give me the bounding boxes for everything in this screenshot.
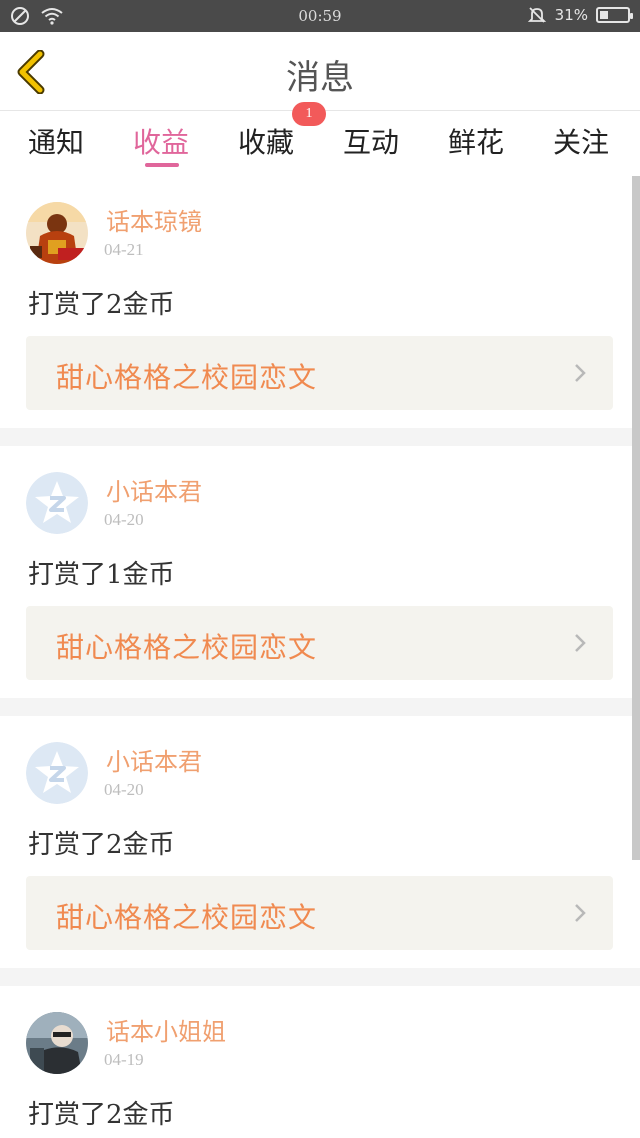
message-date: 04-21 — [104, 240, 144, 259]
tab-notifications[interactable]: 通知 — [28, 121, 84, 161]
message-date: 04-20 — [104, 510, 144, 529]
scrollbar[interactable] — [632, 176, 640, 860]
list-item: 话本小姐姐 04-19 打赏了2金币 — [0, 986, 640, 1138]
tab-flowers[interactable]: 鲜花 — [448, 121, 504, 161]
status-bar: 00:59 31% — [0, 0, 640, 32]
chevron-right-icon — [575, 364, 586, 382]
message-text: 打赏了2金币 — [28, 290, 175, 320]
message-text: 打赏了1金币 — [28, 560, 175, 590]
book-title: 甜心格格之校园恋文 — [56, 361, 318, 394]
avatar-photo-icon — [26, 202, 88, 264]
message-date: 04-19 — [104, 1050, 144, 1069]
book-title: 甜心格格之校园恋文 — [56, 631, 318, 664]
header: 消息 — [0, 32, 640, 111]
chevron-right-icon — [575, 634, 586, 652]
divider — [0, 428, 640, 446]
status-right-icons: 31% — [527, 5, 633, 25]
message-text: 打赏了2金币 — [28, 1100, 175, 1130]
divider — [0, 968, 640, 986]
list-item: 小话本君 04-20 打赏了2金币 甜心格格之校园恋文 — [0, 716, 640, 968]
battery-icon — [596, 7, 633, 23]
avatar[interactable] — [26, 742, 88, 804]
mute-bell-icon — [527, 7, 546, 23]
page-title: 消息 — [286, 58, 354, 98]
list-item: 话本琼镜 04-21 打赏了2金币 甜心格格之校园恋文 — [0, 176, 640, 428]
sender-name[interactable]: 小话本君 — [106, 742, 202, 777]
tab-interactions[interactable]: 互动 — [343, 121, 399, 161]
book-link[interactable]: 甜心格格之校园恋文 — [26, 876, 613, 950]
list-item: 小话本君 04-20 打赏了1金币 甜心格格之校园恋文 — [0, 446, 640, 698]
avatar[interactable] — [26, 202, 88, 264]
avatar[interactable] — [26, 1012, 88, 1074]
sender-name[interactable]: 小话本君 — [106, 472, 202, 507]
active-tab-indicator — [145, 163, 179, 167]
battery-percent: 31% — [554, 6, 588, 24]
tab-earnings[interactable]: 收益 — [133, 121, 189, 161]
favorites-badge: 1 — [292, 102, 326, 126]
message-date: 04-20 — [104, 780, 144, 799]
battery-fill — [600, 11, 608, 19]
chevron-right-icon — [575, 904, 586, 922]
divider — [0, 698, 640, 716]
book-link[interactable]: 甜心格格之校园恋文 — [26, 606, 613, 680]
book-link[interactable]: 甜心格格之校园恋文 — [26, 336, 613, 410]
avatar-photo-icon — [26, 1012, 88, 1074]
avatar[interactable] — [26, 472, 88, 534]
message-text: 打赏了2金币 — [28, 830, 175, 860]
qq-default-avatar-icon — [26, 742, 88, 804]
tab-following[interactable]: 关注 — [553, 121, 609, 161]
sender-name[interactable]: 话本琼镜 — [106, 202, 202, 237]
book-title: 甜心格格之校园恋文 — [56, 901, 318, 934]
tab-favorites[interactable]: 收藏 — [238, 121, 294, 161]
sender-name[interactable]: 话本小姐姐 — [106, 1012, 226, 1047]
qq-default-avatar-icon — [26, 472, 88, 534]
